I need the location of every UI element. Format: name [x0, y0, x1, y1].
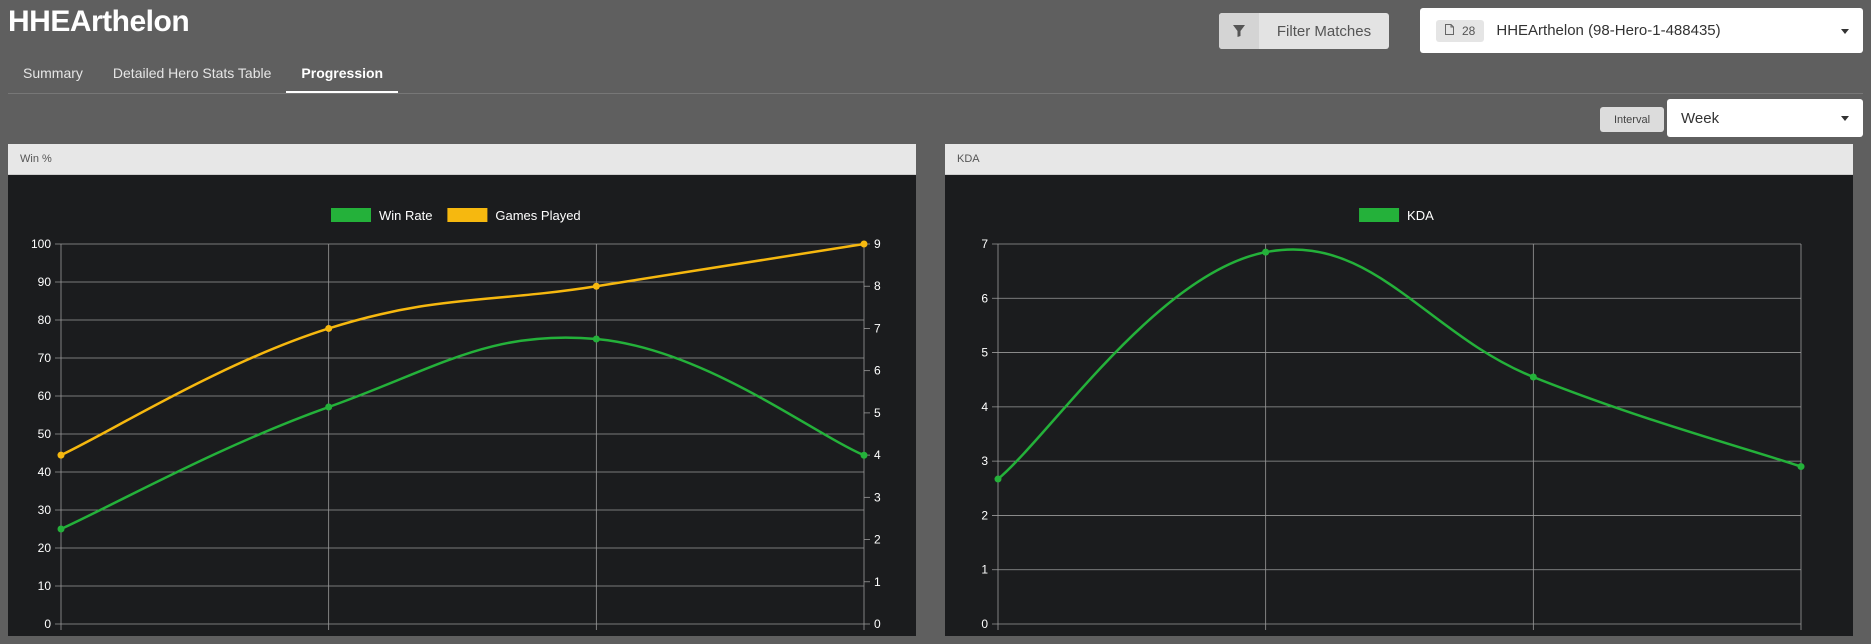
replay-count-badge: 28	[1436, 19, 1485, 42]
y-tick-label: 6	[981, 291, 988, 305]
legend-label-games-played: Games Played	[495, 208, 580, 223]
page-title: HHEArthelon	[8, 5, 190, 38]
y-tick-label: 80	[38, 313, 52, 327]
y-tick-label: 30	[38, 503, 52, 517]
tab-bar: Summary Detailed Hero Stats Table Progre…	[8, 55, 399, 93]
y-tick-label: 4	[981, 400, 988, 414]
x-tick-label: 2018 Week 7	[829, 635, 900, 636]
replay-count: 28	[1462, 23, 1476, 38]
data-point-win-rate	[57, 525, 65, 533]
data-point-kda	[994, 475, 1002, 483]
chevron-down-icon	[1841, 28, 1849, 34]
y2-tick-label: 8	[874, 279, 881, 293]
x-tick-label: 2018 Week 6	[1498, 635, 1569, 636]
data-point-games-played	[325, 324, 333, 332]
y-tick-label: 3	[981, 454, 988, 468]
panel-title: Win %	[8, 144, 916, 175]
y2-tick-label: 4	[874, 448, 881, 462]
y-tick-label: 1	[981, 563, 988, 577]
y-tick-label: 7	[981, 237, 988, 251]
y2-tick-label: 0	[874, 617, 881, 631]
legend-label-win-rate: Win Rate	[379, 208, 432, 223]
series-line-kda	[997, 248, 1802, 481]
y-tick-label: 70	[38, 351, 52, 365]
data-point-win-rate	[592, 335, 600, 343]
y-tick-label: 40	[38, 465, 52, 479]
data-point-win-rate	[325, 403, 333, 411]
tab-summary[interactable]: Summary	[8, 55, 98, 93]
y2-tick-label: 3	[874, 490, 881, 504]
y-tick-label: 5	[981, 346, 988, 360]
x-tick-label: 2018 Week 3	[963, 635, 1034, 636]
filter-matches-label: Filter Matches	[1276, 22, 1372, 40]
y-tick-label: 10	[38, 579, 52, 593]
series-line-win-rate	[60, 336, 865, 531]
legend-label-kda: KDA	[1407, 208, 1434, 223]
y-tick-label: 0	[44, 617, 51, 631]
legend-swatch-win-rate	[331, 208, 371, 222]
data-point-kda	[1262, 248, 1270, 256]
interval-label: Interval	[1600, 107, 1664, 132]
tabs-divider	[8, 93, 1863, 94]
y2-tick-label: 1	[874, 575, 881, 589]
data-point-games-played	[592, 282, 600, 290]
y2-tick-label: 6	[874, 364, 881, 378]
x-tick-label: 2018 Week 4	[293, 635, 364, 636]
y-tick-label: 0	[981, 617, 988, 631]
x-tick-label: 2018 Week 6	[561, 635, 632, 636]
y-tick-label: 60	[38, 389, 52, 403]
x-tick-label: 2018 Week 7	[1766, 635, 1837, 636]
tab-detailed-hero-stats-table[interactable]: Detailed Hero Stats Table	[98, 55, 287, 93]
data-point-kda	[1797, 463, 1805, 471]
win-rate-chart: 01020304050607080901002018 Week 32018 We…	[26, 208, 900, 636]
y2-tick-label: 2	[874, 533, 881, 547]
interval-select[interactable]: Week	[1667, 99, 1863, 137]
filter-matches-button[interactable]: Filter Matches	[1219, 13, 1389, 49]
interval-select-value: Week	[1681, 109, 1720, 127]
kda-chart: 0 1 2 3 4 5 6 7 2018 Week 3 2018 Week 4 2018 Week …	[963, 208, 1837, 636]
file-icon	[1445, 23, 1454, 38]
series-line-games-played	[60, 242, 865, 457]
y2-tick-label: 5	[874, 406, 881, 420]
y2-tick-label: 9	[874, 237, 881, 251]
x-tick-label: 2018 Week 3	[26, 635, 97, 636]
win-rate-panel: Win % 01020304050607080901002018 Week 32…	[8, 144, 916, 636]
y2-tick-label: 7	[874, 321, 881, 335]
panel-title: KDA	[945, 144, 1853, 175]
filter-icon	[1219, 13, 1259, 49]
y-tick-label: 100	[31, 237, 51, 251]
data-point-games-played	[57, 451, 65, 459]
y-tick-label: 50	[38, 427, 52, 441]
replay-select-value: HHEArthelon (98-Hero-1-488435)	[1496, 22, 1721, 39]
legend-swatch-games-played	[447, 208, 488, 222]
kda-panel: KDA 0 1 2 3 4 5 6 7 2018 Week 3 2018 Week 4 2018 W…	[945, 144, 1853, 636]
x-tick-label: 2018 Week 4	[1230, 635, 1301, 636]
tab-progression[interactable]: Progression	[286, 55, 399, 93]
legend-swatch-kda	[1359, 208, 1400, 222]
data-point-kda	[1529, 373, 1537, 381]
y-tick-label: 2	[981, 508, 988, 522]
data-point-games-played	[860, 240, 868, 248]
y-tick-label: 90	[38, 275, 52, 289]
replay-select[interactable]: 28 HHEArthelon (98-Hero-1-488435)	[1420, 8, 1863, 53]
data-point-win-rate	[860, 451, 868, 459]
chevron-down-icon	[1841, 116, 1849, 121]
y-tick-label: 20	[38, 541, 52, 555]
